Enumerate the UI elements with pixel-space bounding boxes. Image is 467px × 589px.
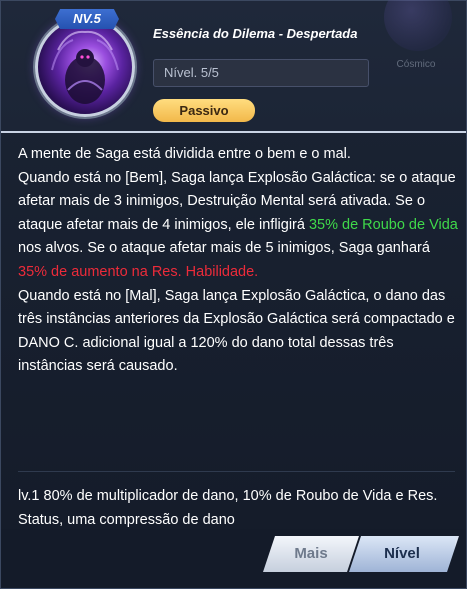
resistance-highlight: 35% de aumento na Res. Habilidade. [18,263,259,280]
skill-icon [35,17,135,117]
skill-type-badge: Passivo [153,99,255,122]
description-paragraph: Quando está no [Bem], Saga lança Explosã… [18,167,458,285]
background-ring-icon [384,0,452,51]
lifesteal-highlight: 35% de Roubo de Vida [308,216,458,233]
header-divider [1,131,466,133]
level-button[interactable]: Nível [349,536,459,572]
level-details-scroll[interactable]: lv.1 80% de multiplicador de dano, 10% d… [18,485,458,527]
description-paragraph: Quando está no [Mal], Saga lança Explosã… [18,287,455,375]
more-button[interactable]: Mais [263,536,359,572]
skill-detail-panel: Cósmico NV.5 Essência do Dilema - Desper… [0,0,467,589]
skill-description: A mente de Saga está dividida entre o be… [18,143,458,379]
skill-name: Essência do Dilema - Despertada [153,26,358,41]
description-text: nos alvos. Se o ataque afetar mais de 5 … [18,240,430,257]
level-details-text: lv.1 80% de multiplicador de dano, 10% d… [18,488,438,527]
description-paragraph: A mente de Saga está dividida entre o be… [18,146,351,162]
section-divider [18,471,455,472]
skill-level-field: Nível. 5/5 [153,59,369,87]
skill-level-badge: NV.5 [55,9,119,29]
background-skill-label: Cósmico [396,59,436,70]
saga-figure-icon [51,30,119,104]
